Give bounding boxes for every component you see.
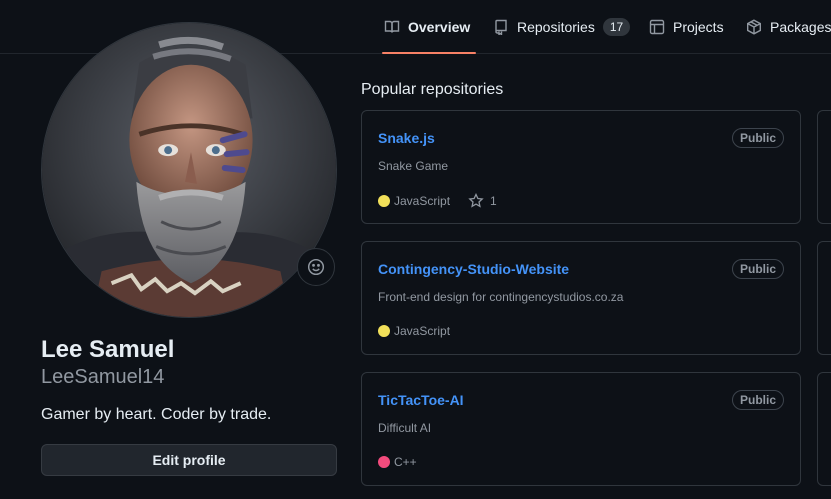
visibility-badge: Public <box>731 128 784 148</box>
repo-description: Difficult AI <box>378 421 432 435</box>
repo-link[interactable]: Contingency-Studio-Website <box>378 261 569 277</box>
language-color-dot <box>378 456 390 468</box>
repo-description: Front-end design for contingencystudios.… <box>378 290 624 304</box>
repo-card: TicTacToe-AI Public Difficult AI C++ <box>361 372 801 486</box>
profile-bio: Gamer by heart. Coder by trade. <box>41 406 272 423</box>
popular-repositories-title: Popular repositories <box>361 81 504 98</box>
tab-overview[interactable]: Overview <box>381 0 477 54</box>
repo-icon <box>495 19 507 35</box>
package-icon <box>747 18 761 35</box>
repo-link[interactable]: TicTacToe-AI <box>378 392 464 408</box>
tab-packages-label: Packages <box>770 18 831 35</box>
repo-card: Contingency-Studio-Website Public Front-… <box>361 241 801 355</box>
repo-card: Snake.js Public Snake Game JavaScript 1 <box>361 110 801 224</box>
repo-language: JavaScript <box>394 324 451 338</box>
avatar-image <box>42 23 336 317</box>
star-icon <box>468 193 484 208</box>
edit-profile-button[interactable]: Edit profile <box>41 444 337 476</box>
profile-username: LeeSamuel14 <box>41 366 165 388</box>
repo-language: C++ <box>394 455 417 469</box>
tab-projects[interactable]: Projects <box>649 0 724 53</box>
repo-meta: JavaScript <box>378 324 450 338</box>
tab-overview-label: Overview <box>408 18 471 35</box>
smiley-icon <box>307 258 325 276</box>
tab-projects-label: Projects <box>673 18 724 35</box>
repo-meta: C++ <box>378 455 417 469</box>
tab-repositories[interactable]: Repositories 17 <box>493 0 631 53</box>
set-status-button[interactable] <box>297 248 335 286</box>
book-icon <box>384 20 400 33</box>
tab-repositories-label: Repositories <box>517 18 595 35</box>
star-count: 1 <box>490 194 497 208</box>
repositories-count-badge: 17 <box>602 17 631 36</box>
repo-link[interactable]: Snake.js <box>378 130 435 146</box>
repo-card-partial <box>817 110 831 224</box>
table-icon <box>649 19 665 34</box>
avatar[interactable] <box>41 22 337 318</box>
repo-language: JavaScript <box>394 194 451 208</box>
stargazers-link[interactable]: 1 <box>468 193 497 209</box>
profile-full-name: Lee Samuel <box>41 336 175 363</box>
repo-card-partial <box>817 372 831 486</box>
repo-description: Snake Game <box>378 159 449 173</box>
tab-packages[interactable]: Packages <box>746 0 831 53</box>
visibility-badge: Public <box>731 390 784 410</box>
visibility-badge: Public <box>731 259 784 279</box>
repo-card-partial <box>817 241 831 355</box>
repo-meta: JavaScript 1 <box>378 193 497 209</box>
language-color-dot <box>378 195 390 207</box>
language-color-dot <box>378 325 390 337</box>
